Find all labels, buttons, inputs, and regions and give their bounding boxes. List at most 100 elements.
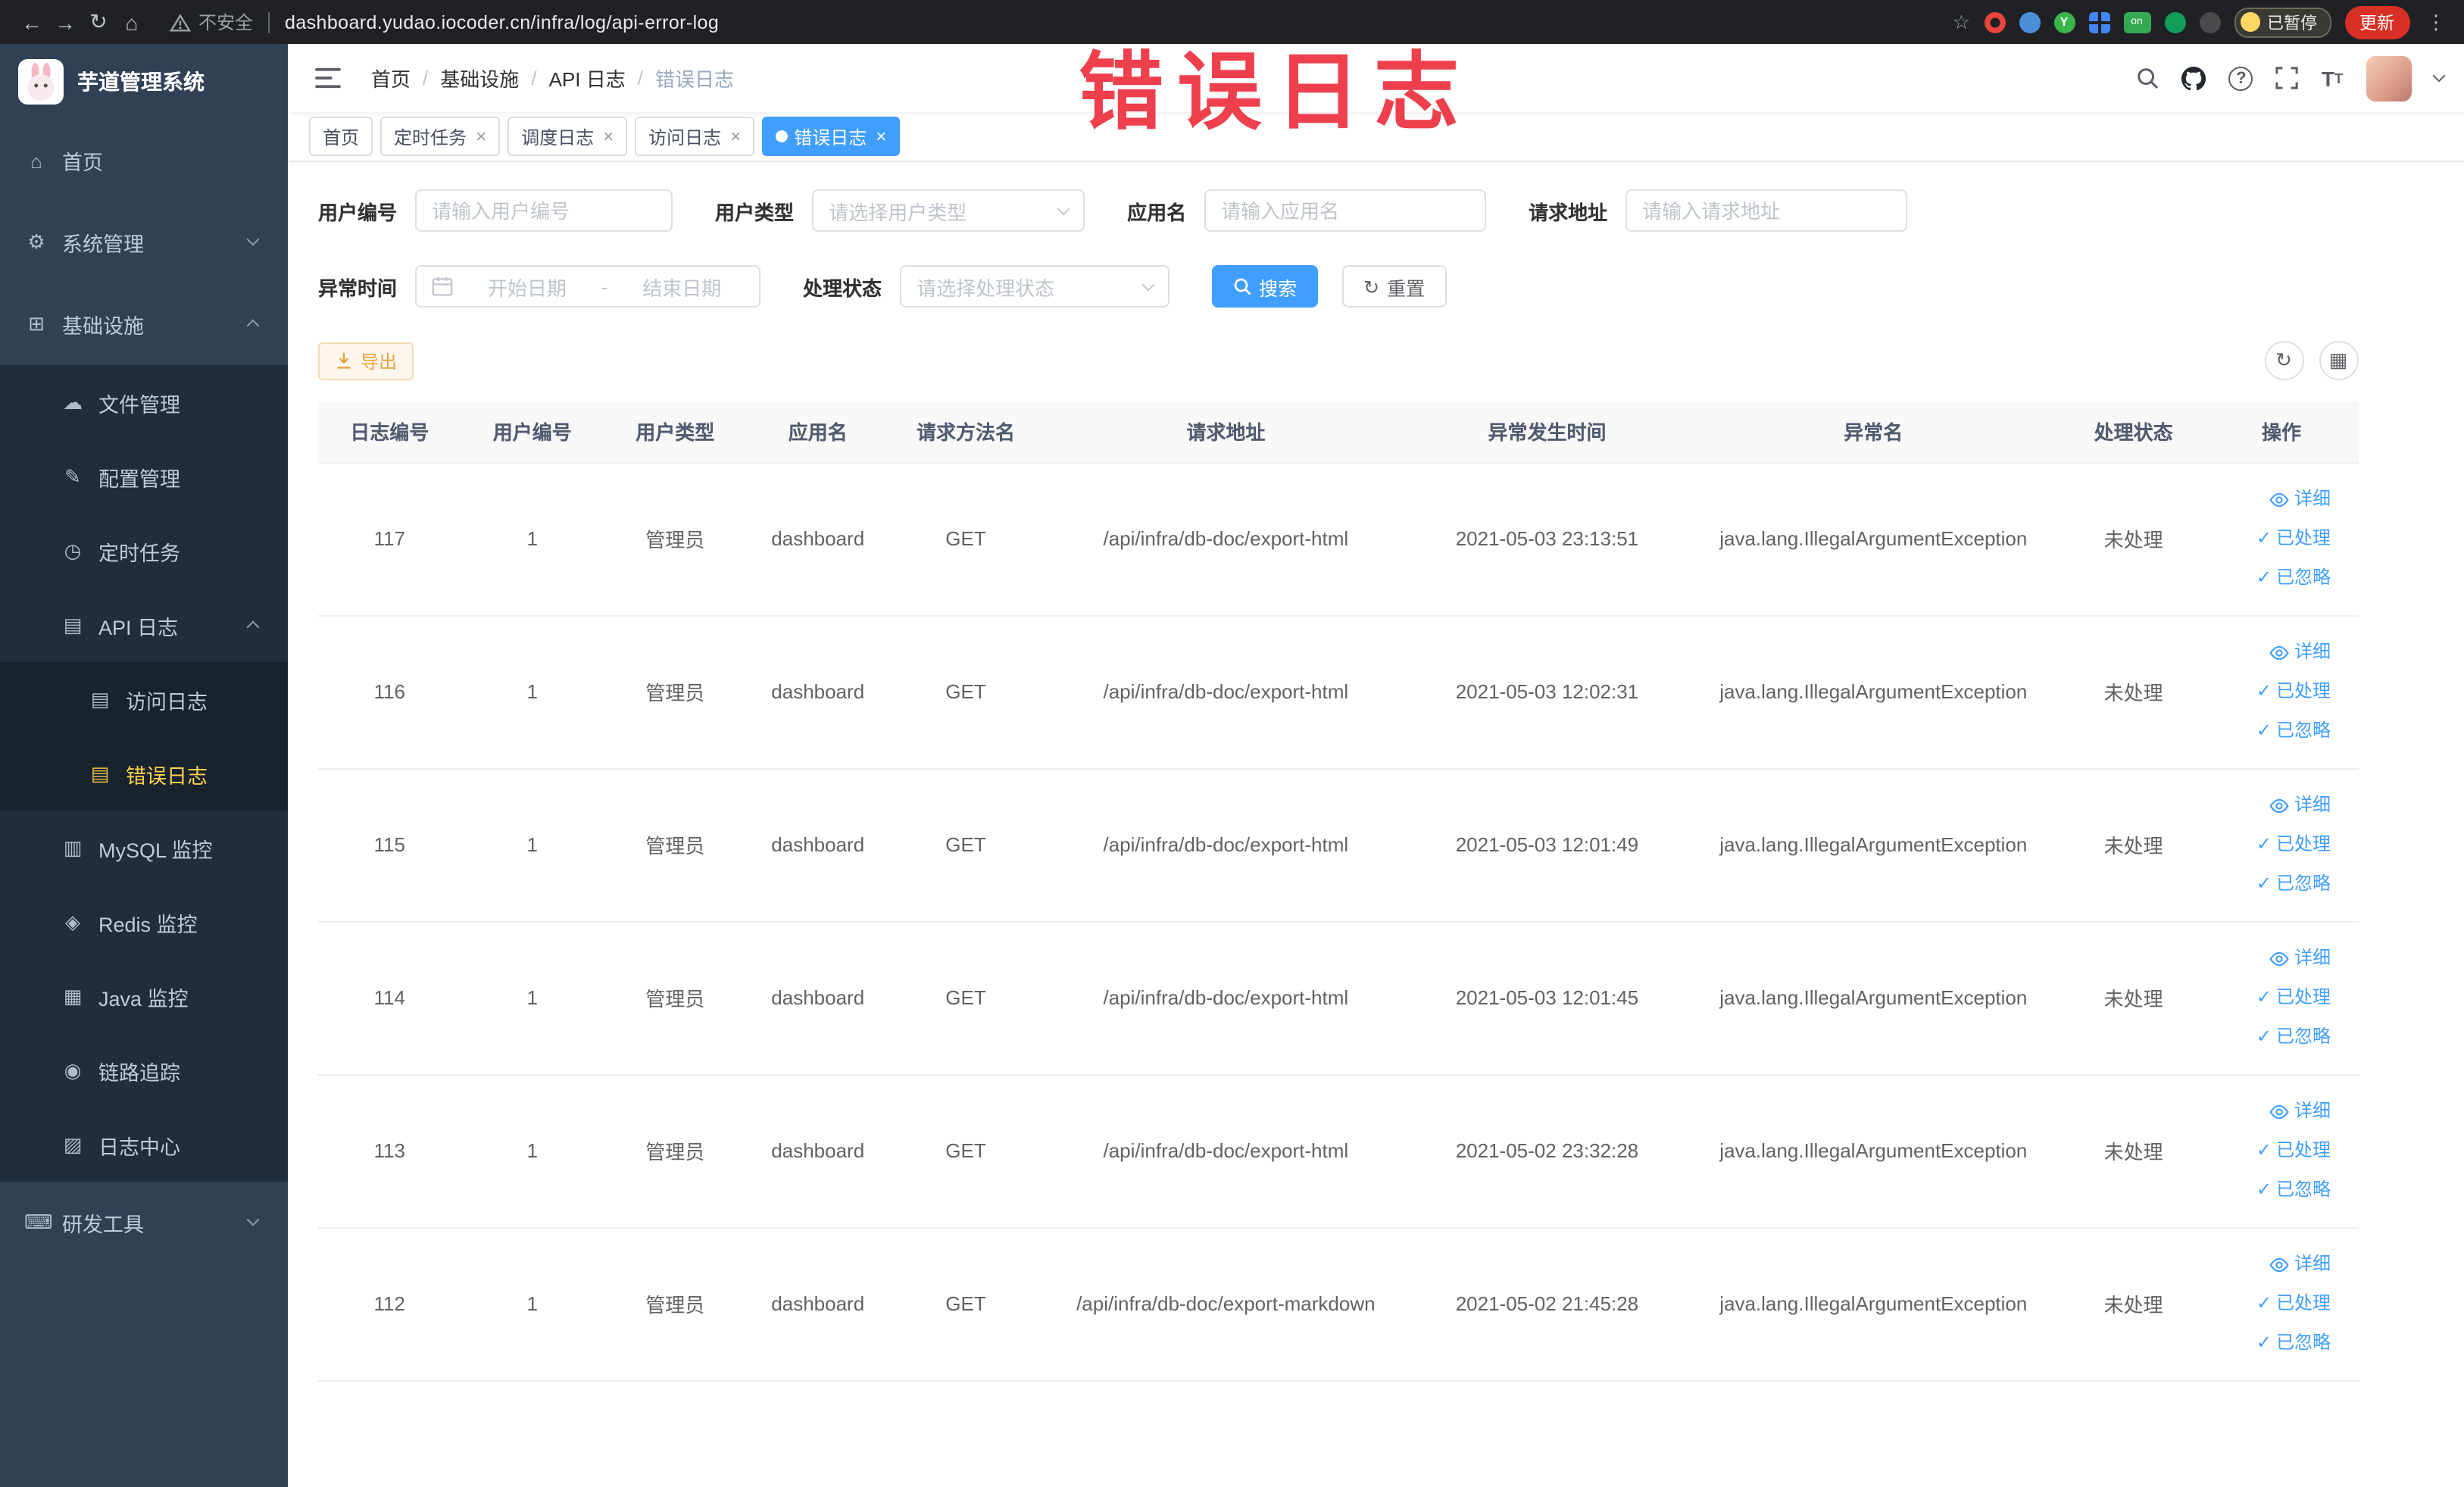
cell-exception-name: java.lang.IllegalArgumentException [1685, 921, 2063, 1075]
action-ignored[interactable]: ✓ 已忽略 [2256, 865, 2331, 903]
filter-row-2: 异常时间 开始日期 - 结束日期 处理状态 请选择处理状态 搜索 ↻ 重置 [318, 265, 2358, 308]
sidebar-item-redis-monitor[interactable]: ◈ Redis 监控 [0, 885, 288, 959]
chevron-down-icon [1141, 277, 1155, 291]
tab-close-icon[interactable]: × [603, 126, 614, 147]
request-url-input[interactable] [1625, 189, 1908, 232]
search-icon[interactable] [2137, 67, 2160, 89]
tampermonkey-paused-badge[interactable]: 已暂停 [2234, 7, 2331, 37]
action-processed[interactable]: ✓ 已处理 [2256, 979, 2331, 1017]
sidebar-item-dev-tools[interactable]: ⌨ 研发工具 [0, 1182, 288, 1264]
column-settings-button[interactable]: ▦ [2319, 341, 2358, 380]
forward-icon[interactable]: → [48, 10, 82, 34]
app-name-input[interactable] [1204, 189, 1487, 232]
sidebar-item-home[interactable]: ⌂ 首页 [0, 120, 288, 201]
reset-button[interactable]: ↻ 重置 [1342, 265, 1447, 308]
sidebar-item-trace[interactable]: ◉ 链路追踪 [0, 1033, 288, 1107]
sidebar-item-infra[interactable]: ⊞ 基础设施 [0, 283, 288, 365]
action-processed[interactable]: ✓ 已处理 [2256, 826, 2331, 864]
cell-user-id: 1 [461, 462, 604, 616]
sidebar-item-java-monitor[interactable]: ▦ Java 监控 [0, 959, 288, 1033]
avatar-dropdown-icon[interactable] [2431, 69, 2445, 83]
cell-user-type: 管理员 [604, 1074, 747, 1228]
extension-icon-on[interactable]: on [2123, 11, 2150, 33]
breadcrumb-home[interactable]: 首页 [371, 64, 411, 92]
home-icon[interactable]: ⌂ [115, 10, 148, 34]
action-processed[interactable]: ✓ 已处理 [2256, 1285, 2331, 1323]
refresh-table-button[interactable]: ↻ [2264, 341, 2303, 380]
tab-access-log[interactable]: 访问日志 × [635, 117, 755, 156]
breadcrumb-api-log[interactable]: API 日志 [549, 64, 626, 92]
bookmark-star-icon[interactable]: ☆ [1953, 10, 1970, 34]
sidebar-item-log-center[interactable]: ▨ 日志中心 [0, 1107, 288, 1182]
tab-schedule-log[interactable]: 调度日志 × [507, 117, 628, 156]
reload-icon[interactable]: ↻ [82, 9, 115, 35]
app-logo[interactable]: 芋道管理系统 [0, 44, 288, 120]
extension-icon-paw[interactable] [2199, 11, 2220, 33]
extension-icon-red[interactable] [1984, 11, 2005, 33]
col-request-url: 请求地址 [1042, 401, 1410, 463]
cell-actions: 详细 ✓ 已处理 ✓ 已忽略 [2204, 1074, 2358, 1228]
action-detail[interactable]: 详细 [2270, 1092, 2331, 1130]
sidebar-item-mysql-monitor[interactable]: ▥ MySQL 监控 [0, 811, 288, 885]
browser-menu-icon[interactable]: ⋮ [2423, 10, 2449, 34]
font-size-icon[interactable]: TT [2322, 66, 2343, 90]
extension-icon-grid[interactable] [2088, 11, 2110, 33]
cell-process-status: 未处理 [2062, 615, 2205, 769]
tab-scheduled-jobs[interactable]: 定时任务 × [380, 117, 501, 156]
breadcrumb-infra[interactable]: 基础设施 [440, 64, 519, 92]
col-process-status: 处理状态 [2062, 401, 2205, 463]
sidebar-item-api-log[interactable]: ▤ API 日志 [0, 588, 288, 662]
sidebar-item-access-log[interactable]: ▤ 访问日志 [0, 662, 288, 736]
tab-home[interactable]: 首页 [309, 117, 373, 156]
action-detail[interactable]: 详细 [2270, 786, 2331, 824]
cell-exception-name: java.lang.IllegalArgumentException [1685, 1227, 2063, 1381]
search-button[interactable]: 搜索 [1212, 265, 1319, 308]
extension-icon-green-y[interactable]: Y [2053, 11, 2075, 33]
eye-icon [2270, 645, 2290, 660]
action-detail[interactable]: 详细 [2270, 633, 2331, 671]
action-ignored[interactable]: ✓ 已忽略 [2256, 1324, 2331, 1362]
sidebar-item-config-manage[interactable]: ✎ 配置管理 [0, 439, 288, 514]
action-processed[interactable]: ✓ 已处理 [2256, 520, 2331, 558]
browser-update-button[interactable]: 更新 [2344, 5, 2409, 39]
help-icon[interactable]: ? [2228, 66, 2253, 90]
tab-error-log[interactable]: 错误日志 × [762, 117, 901, 156]
action-ignored[interactable]: ✓ 已忽略 [2256, 1171, 2331, 1209]
exception-time-range-picker[interactable]: 开始日期 - 结束日期 [415, 265, 761, 308]
tab-close-icon[interactable]: × [876, 126, 886, 147]
action-detail[interactable]: 详细 [2270, 1245, 2331, 1283]
cell-exception-name: java.lang.IllegalArgumentException [1685, 462, 2063, 616]
col-user-type: 用户类型 [604, 401, 747, 463]
cell-log-id: 113 [318, 1074, 461, 1228]
sidebar-item-error-log[interactable]: ▤ 错误日志 [0, 736, 288, 811]
tab-close-icon[interactable]: × [730, 126, 741, 147]
action-ignored[interactable]: ✓ 已忽略 [2256, 712, 2331, 750]
back-icon[interactable]: ← [15, 10, 48, 34]
action-detail[interactable]: 详细 [2270, 939, 2331, 977]
action-processed[interactable]: ✓ 已处理 [2256, 1132, 2331, 1170]
github-icon[interactable] [2181, 66, 2206, 90]
action-processed[interactable]: ✓ 已处理 [2256, 673, 2331, 711]
extension-icon-blue[interactable] [2019, 11, 2040, 33]
extension-icon-green[interactable] [2164, 11, 2185, 33]
action-detail[interactable]: 详细 [2270, 480, 2331, 518]
action-ignored[interactable]: ✓ 已忽略 [2256, 559, 2331, 597]
process-status-select[interactable]: 请选择处理状态 [900, 265, 1170, 308]
chevron-down-icon [1057, 201, 1070, 215]
sidebar-item-scheduled-jobs[interactable]: ◷ 定时任务 [0, 514, 288, 588]
sidebar-toggle-icon[interactable] [309, 67, 347, 89]
sidebar-item-file-manage[interactable]: ☁ 文件管理 [0, 365, 288, 439]
user-id-input[interactable] [415, 189, 673, 232]
action-ignored[interactable]: ✓ 已忽略 [2256, 1018, 2331, 1056]
url-text[interactable]: dashboard.yudao.iocoder.cn/infra/log/api… [285, 11, 719, 33]
security-chip[interactable]: 不安全 [170, 9, 253, 35]
user-avatar[interactable] [2366, 55, 2411, 101]
user-type-select[interactable]: 请选择用户类型 [812, 189, 1085, 232]
tab-close-icon[interactable]: × [476, 126, 486, 147]
emoji-face-icon [2240, 12, 2259, 32]
cell-user-id: 1 [461, 768, 604, 922]
export-button[interactable]: 导出 [318, 342, 414, 380]
fullscreen-icon[interactable] [2276, 67, 2299, 89]
sidebar-item-system[interactable]: ⚙ 系统管理 [0, 201, 288, 283]
home-icon: ⌂ [30, 149, 42, 172]
